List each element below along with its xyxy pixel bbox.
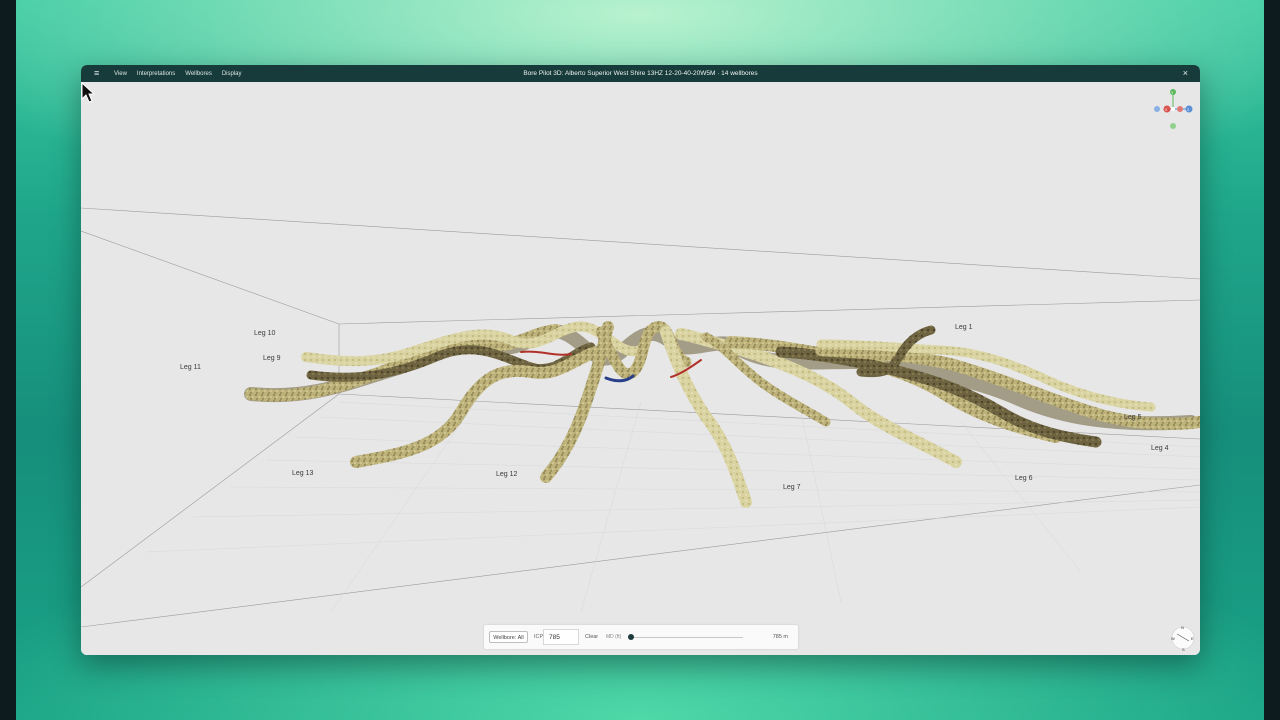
pointer-cursor-icon (81, 82, 95, 103)
scene-canvas[interactable]: Leg 1 Leg 4 Leg 5 Leg 6 Leg 7 Leg 9 Leg … (81, 82, 1200, 655)
icp-label: ICP (534, 634, 544, 640)
window-title: Bore Pilot 3D: Alberto Superior West Shi… (523, 70, 758, 77)
menu-wellbores[interactable]: Wellbores (185, 71, 212, 77)
scene-bounding-box (81, 207, 1200, 628)
compass-s: S (1182, 647, 1185, 652)
menu-bar: View Interpretations Wellbores Display (114, 65, 242, 82)
md-label: MD (ft) (606, 634, 622, 640)
md-value: 785 m (772, 634, 788, 640)
bottom-toolbar: Wellbore: All ICP Clear MD (ft) 785 m (484, 625, 798, 649)
label-leg-6: Leg 6 (1015, 475, 1033, 482)
close-icon[interactable]: × (1183, 65, 1188, 82)
label-leg-9: Leg 9 (263, 355, 281, 362)
menu-display[interactable]: Display (222, 71, 242, 77)
wellbore-select[interactable]: Wellbore: All (489, 631, 528, 643)
menu-view[interactable]: View (114, 71, 127, 77)
clear-button[interactable]: Clear (585, 625, 598, 649)
label-leg-11: Leg 11 (180, 364, 201, 371)
label-leg-1: Leg 1 (955, 324, 973, 331)
icp-input[interactable] (543, 629, 579, 645)
compass-icon[interactable]: N E S W (1171, 625, 1195, 652)
md-slider-track[interactable] (630, 636, 743, 638)
label-leg-7: Leg 7 (783, 484, 801, 491)
wellbore-highlight-red[interactable] (520, 350, 572, 356)
compass-w: W (1171, 636, 1175, 641)
label-leg-10: Leg 10 (254, 330, 276, 337)
label-leg-13: Leg 13 (292, 470, 314, 477)
app-window: ≡ View Interpretations Wellbores Display… (81, 65, 1200, 655)
md-slider-thumb[interactable] (628, 634, 634, 640)
label-leg-4: Leg 4 (1151, 445, 1169, 452)
hamburger-icon[interactable]: ≡ (94, 68, 99, 79)
title-bar: ≡ View Interpretations Wellbores Display… (81, 65, 1200, 82)
3d-viewport[interactable]: Leg 1 Leg 4 Leg 5 Leg 6 Leg 7 Leg 9 Leg … (81, 82, 1200, 655)
compass-e: E (1191, 636, 1194, 641)
axis-gizmo-icon[interactable]: Y X Z (1154, 89, 1193, 129)
label-leg-5: Leg 5 (1124, 414, 1142, 421)
menu-interpretations[interactable]: Interpretations (137, 71, 175, 77)
compass-n: N (1181, 625, 1184, 630)
label-leg-12: Leg 12 (496, 471, 518, 478)
